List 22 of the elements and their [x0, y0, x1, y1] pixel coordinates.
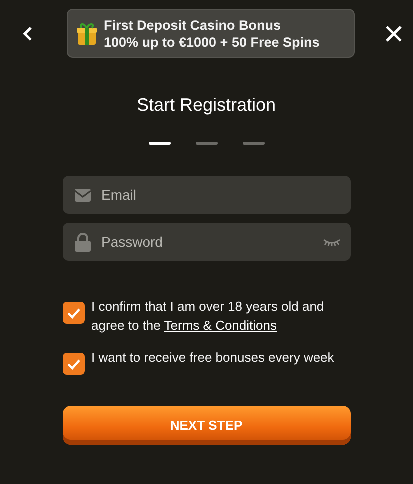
- close-button[interactable]: [384, 24, 404, 44]
- email-field[interactable]: Email: [62, 176, 350, 214]
- consent-text: I confirm that I am over 18 years old and agree to the Terms & Conditions: [92, 298, 326, 335]
- chevron-left-icon: [22, 26, 34, 42]
- bonus-banner[interactable]: First Deposit Casino Bonus 100% up to €1000 + 50 Free Spins: [67, 9, 355, 58]
- lock-icon: [74, 232, 90, 252]
- registration-heading: Start Registration: [136, 94, 276, 117]
- consent-text: I want to receive free bonuses every week: [92, 349, 334, 367]
- checkbox[interactable]: [62, 353, 84, 375]
- checkmark-icon: [66, 358, 80, 370]
- password-field[interactable]: Password: [62, 223, 350, 261]
- closed-eye-icon: [322, 238, 340, 246]
- checkbox[interactable]: [62, 302, 84, 324]
- bonus-offer: 100% up to €1000 + 50 Free Spins: [104, 34, 320, 50]
- envelope-icon: [74, 188, 90, 202]
- email-input[interactable]: Email: [100, 186, 340, 204]
- terms-link[interactable]: Terms & Conditions: [164, 318, 277, 333]
- close-icon: [385, 24, 403, 42]
- password-input[interactable]: Password: [100, 233, 314, 251]
- bonus-title: First Deposit Casino Bonus: [104, 16, 282, 34]
- gift-icon: [76, 22, 98, 46]
- checkmark-icon: [66, 308, 80, 318]
